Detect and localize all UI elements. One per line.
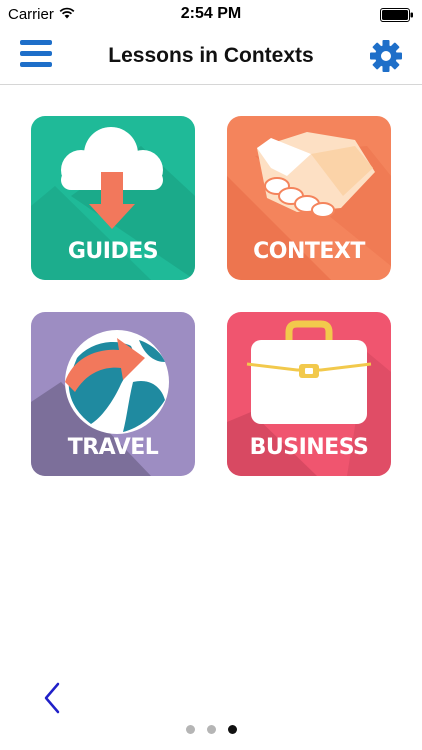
- status-time: 2:54 PM: [180, 5, 242, 22]
- page-indicator[interactable]: [0, 725, 422, 734]
- back-button[interactable]: [38, 680, 68, 716]
- status-bar: Carrier 2:54 PM: [0, 0, 422, 30]
- navigation-bar: Lessons in Contexts: [0, 30, 422, 85]
- tile-context-label: CONTEXT: [253, 239, 365, 264]
- tile-business[interactable]: BUSINESS: [227, 312, 391, 476]
- chevron-left-icon: [44, 682, 60, 714]
- battery-icon: [380, 8, 414, 22]
- page-title: Lessons in Contexts: [108, 44, 314, 67]
- app-screen: Carrier 2:54 PM Lessons in Contexts GUID…: [0, 0, 422, 750]
- tile-guides-label: GUIDES: [67, 239, 159, 264]
- gear-icon: [370, 40, 402, 72]
- page-dot-2[interactable]: [206, 725, 216, 734]
- tile-travel-label: TRAVEL: [67, 435, 159, 460]
- tile-context[interactable]: CONTEXT: [227, 116, 391, 280]
- page-dot-1[interactable]: [185, 725, 195, 734]
- tile-travel[interactable]: TRAVEL: [31, 312, 195, 476]
- tile-business-label: BUSINESS: [249, 435, 369, 460]
- tile-guides[interactable]: GUIDES: [31, 116, 195, 280]
- page-dot-3-active[interactable]: [227, 725, 237, 734]
- settings-button[interactable]: [368, 38, 404, 74]
